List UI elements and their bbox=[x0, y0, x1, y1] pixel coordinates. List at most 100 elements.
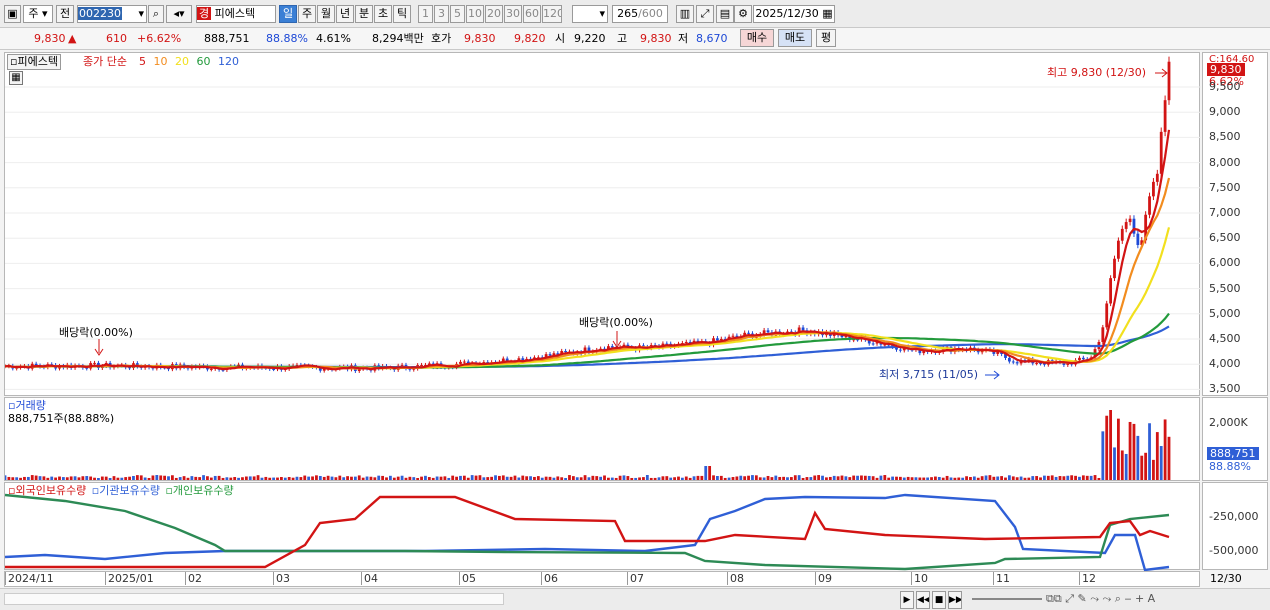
count-field[interactable]: 265/600 bbox=[612, 5, 668, 23]
volume-bar bbox=[634, 477, 638, 480]
volume-bar bbox=[856, 475, 859, 480]
volume-bar bbox=[910, 477, 914, 480]
period-tab-6[interactable]: 틱 bbox=[393, 5, 411, 23]
dividend-label-2: 배당락(0.00%) bbox=[579, 316, 653, 329]
period-tab-4[interactable]: 분 bbox=[355, 5, 373, 23]
volume-bar bbox=[988, 475, 992, 480]
stock-tab[interactable]: ▫피에스텍 bbox=[7, 54, 61, 70]
date-field[interactable]: 2025/12/30 ▦ bbox=[753, 5, 835, 23]
x-axis-label: 07 bbox=[627, 572, 644, 585]
volume-bar bbox=[132, 475, 135, 480]
volume-bar bbox=[735, 476, 739, 480]
minute-tab-30[interactable]: 30 bbox=[504, 5, 522, 23]
volume-bar bbox=[770, 477, 774, 480]
candle-icon[interactable]: ▥ bbox=[676, 5, 694, 23]
period-tab-5[interactable]: 초 bbox=[374, 5, 392, 23]
volume-bar bbox=[217, 475, 221, 480]
play-icon[interactable]: ▶ bbox=[900, 591, 914, 609]
price-tick: 9,500 bbox=[1209, 80, 1241, 93]
volume-bar bbox=[26, 476, 30, 480]
price-tick: 8,500 bbox=[1209, 130, 1241, 144]
volume-bar bbox=[688, 477, 692, 480]
volume-bar bbox=[860, 475, 863, 480]
layout-icon[interactable]: ▣ bbox=[4, 5, 21, 23]
volume-bar bbox=[805, 477, 809, 480]
volume-tick: 2,000K bbox=[1209, 416, 1248, 429]
price-panel[interactable]: ▫피에스텍 종가 단순 5 10 20 60 120 ▦ 배당락(0.00%) … bbox=[4, 52, 1201, 396]
stop-icon[interactable]: ■ bbox=[932, 591, 946, 609]
volume-bar bbox=[268, 477, 272, 480]
volume-bar bbox=[661, 476, 665, 480]
volume-bar bbox=[299, 477, 303, 480]
minute-tab-1[interactable]: 1 bbox=[418, 5, 433, 23]
volume-panel[interactable]: ▫거래량 888,751주(88.88%) bbox=[4, 397, 1200, 481]
minute-tab-10[interactable]: 10 bbox=[466, 5, 484, 23]
volume-bar bbox=[361, 477, 365, 480]
volume-bar bbox=[303, 475, 307, 480]
volume-bar bbox=[1074, 475, 1077, 480]
volume-bar bbox=[786, 477, 789, 480]
volume-bar bbox=[244, 476, 248, 480]
forward-icon[interactable]: ▶▶ bbox=[948, 591, 962, 609]
period-tab-3[interactable]: 년 bbox=[336, 5, 354, 23]
volume-bar bbox=[365, 476, 369, 480]
zoom-slider[interactable] bbox=[972, 598, 1042, 600]
save-icon[interactable]: ▤ bbox=[716, 5, 734, 23]
ma-legend-10: 10 bbox=[153, 55, 171, 68]
price-scale[interactable]: C:164.60 9,830 6.62% 9,500 9,000 8,500 8,00… bbox=[1202, 52, 1268, 396]
gear-icon[interactable]: ⚙ bbox=[734, 5, 752, 23]
volume-bar bbox=[357, 475, 361, 480]
grid-icon[interactable]: ▦ bbox=[9, 71, 23, 85]
volume-bar bbox=[614, 477, 618, 480]
volume-bar bbox=[902, 477, 906, 480]
x-axis-label: 02 bbox=[185, 572, 202, 585]
volume-bar bbox=[743, 476, 747, 480]
volume-bar bbox=[209, 477, 213, 480]
sell-button[interactable]: 매도 bbox=[778, 29, 812, 47]
ma-legend: 5 10 20 60 120 bbox=[139, 55, 243, 69]
period-tab-1[interactable]: 주 bbox=[298, 5, 316, 23]
volume-bar bbox=[972, 476, 976, 480]
status-bar: ▶ ◀◀ ■ ▶▶ ⧉⧉ ⤢ ✎ ⤳ ⤳ ⌕ ‒ + A bbox=[0, 588, 1270, 610]
minute-tab-20[interactable]: 20 bbox=[485, 5, 503, 23]
draw-icon[interactable]: ⤢ bbox=[696, 5, 714, 23]
horizontal-scrollbar[interactable] bbox=[4, 593, 504, 605]
interval-select[interactable]: ▾ bbox=[572, 5, 608, 23]
volume-bar bbox=[486, 477, 490, 480]
volume-bar bbox=[120, 477, 124, 480]
search-icon[interactable]: ⌕ bbox=[148, 5, 164, 23]
prev-button[interactable]: 전 bbox=[56, 5, 74, 23]
ma-legend-5: 5 bbox=[139, 55, 150, 68]
market-select[interactable]: 주 ▾ bbox=[23, 5, 53, 23]
ma20-line bbox=[5, 227, 1171, 370]
tools-icons[interactable]: ⧉⧉ ⤢ ✎ ⤳ ⤳ ⌕ ‒ + A bbox=[1046, 592, 1155, 606]
minute-tab-60[interactable]: 60 bbox=[523, 5, 541, 23]
volume-bar bbox=[1078, 476, 1081, 480]
period-tab-0[interactable]: 일 bbox=[279, 5, 297, 23]
minute-tab-120[interactable]: 120 bbox=[542, 5, 562, 23]
buy-button[interactable]: 매수 bbox=[740, 29, 774, 47]
volume-bar bbox=[957, 477, 961, 480]
volume-bar bbox=[548, 476, 552, 480]
volume-bar bbox=[318, 475, 322, 480]
rewind-icon[interactable]: ◀◀ bbox=[916, 591, 930, 609]
volume-bar bbox=[280, 477, 283, 480]
volume-bar bbox=[747, 475, 750, 480]
period-tab-2[interactable]: 월 bbox=[317, 5, 335, 23]
minute-tab-5[interactable]: 5 bbox=[450, 5, 465, 23]
current-price: 9,830 bbox=[34, 32, 66, 45]
minute-tab-3[interactable]: 3 bbox=[434, 5, 449, 23]
volume-bar bbox=[587, 477, 591, 480]
volume-bar bbox=[400, 475, 404, 480]
foreign-line bbox=[5, 495, 1170, 569]
volume-bar bbox=[918, 477, 922, 480]
code-input[interactable]: 002230 ▾ bbox=[77, 5, 147, 23]
speaker-icon[interactable]: ◂▾ bbox=[166, 5, 192, 23]
x-axis-label: 10 bbox=[911, 572, 928, 585]
volume-bar bbox=[330, 476, 334, 480]
holdings-panel[interactable]: ▫외국인보유수량 ▫기관보유수량 ▫개인보유수량 bbox=[4, 482, 1200, 571]
stock-name-field[interactable]: 경 피에스텍 bbox=[196, 5, 276, 23]
volume-bar bbox=[583, 475, 587, 480]
volume-bar bbox=[751, 475, 754, 480]
eval-button[interactable]: 평 bbox=[816, 29, 836, 47]
